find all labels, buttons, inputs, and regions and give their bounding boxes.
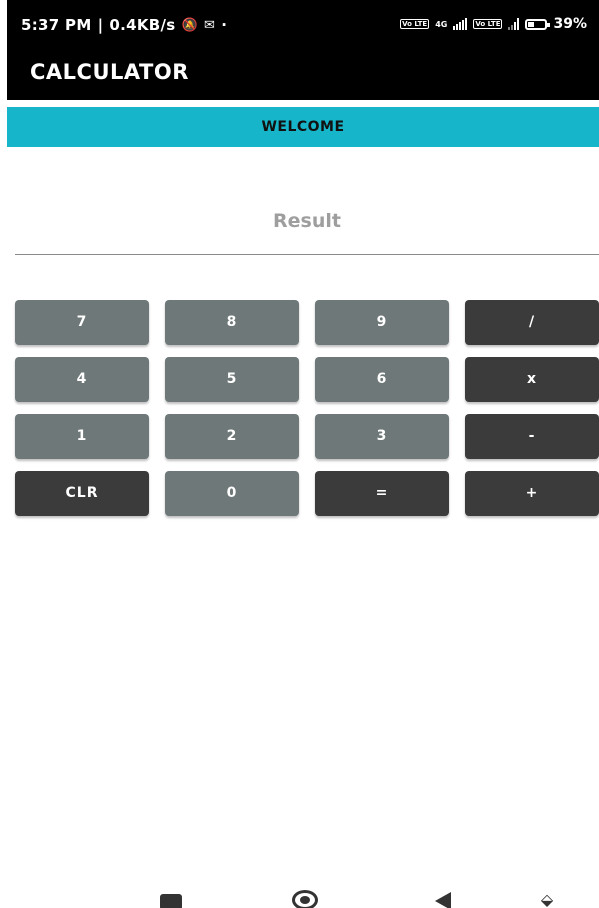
volte-icon: Vo LTE <box>400 19 430 29</box>
key-add[interactable]: + <box>465 471 599 516</box>
key-5[interactable]: 5 <box>165 357 299 402</box>
status-time: 5:37 PM <box>21 16 92 34</box>
key-1[interactable]: 1 <box>15 414 149 459</box>
network-type: 4G <box>435 19 448 29</box>
gmail-icon: ✉ <box>203 17 216 33</box>
volte-icon-sim2: Vo LTE <box>473 19 503 29</box>
system-nav-bar: ⬙ <box>7 880 599 908</box>
status-left: 5:37 PM | 0.4KB/s 🔕 ✉ · <box>21 16 227 34</box>
key-9[interactable]: 9 <box>315 300 449 345</box>
result-placeholder: Result <box>273 210 341 232</box>
status-separator: | <box>97 16 104 34</box>
key-divide[interactable]: / <box>465 300 599 345</box>
key-3[interactable]: 3 <box>315 414 449 459</box>
status-net-speed: 0.4KB/s <box>109 16 176 34</box>
app-title: CALCULATOR <box>30 60 189 84</box>
phone-screen: 5:37 PM | 0.4KB/s 🔕 ✉ · Vo LTE 4G Vo LTE… <box>7 0 599 908</box>
key-equals[interactable]: = <box>315 471 449 516</box>
status-bar: 5:37 PM | 0.4KB/s 🔕 ✉ · Vo LTE 4G Vo LTE… <box>7 0 599 48</box>
key-8[interactable]: 8 <box>165 300 299 345</box>
battery-icon <box>525 18 551 30</box>
key-6[interactable]: 6 <box>315 357 449 402</box>
key-0[interactable]: 0 <box>165 471 299 516</box>
status-right: Vo LTE 4G Vo LTE 39% <box>400 16 587 32</box>
mute-icon: 🔕 <box>181 17 198 33</box>
signal-icon-sim2 <box>508 18 520 30</box>
key-subtract[interactable]: - <box>465 414 599 459</box>
recents-icon[interactable] <box>160 894 182 908</box>
status-dot: · <box>221 16 228 34</box>
back-icon[interactable] <box>435 892 451 908</box>
key-4[interactable]: 4 <box>15 357 149 402</box>
result-field[interactable]: Result <box>15 196 599 255</box>
key-2[interactable]: 2 <box>165 414 299 459</box>
assist-icon[interactable]: ⬙ <box>537 890 557 908</box>
key-multiply[interactable]: x <box>465 357 599 402</box>
battery-percent: 39% <box>553 16 587 32</box>
key-7[interactable]: 7 <box>15 300 149 345</box>
welcome-banner: WELCOME <box>7 107 599 147</box>
key-clear[interactable]: CLR <box>15 471 149 516</box>
home-icon[interactable] <box>292 890 318 908</box>
signal-icon <box>453 18 468 30</box>
app-bar: CALCULATOR <box>7 48 599 100</box>
keypad: 7 8 9 / 4 5 6 x 1 2 3 - CLR 0 = + <box>15 300 599 520</box>
